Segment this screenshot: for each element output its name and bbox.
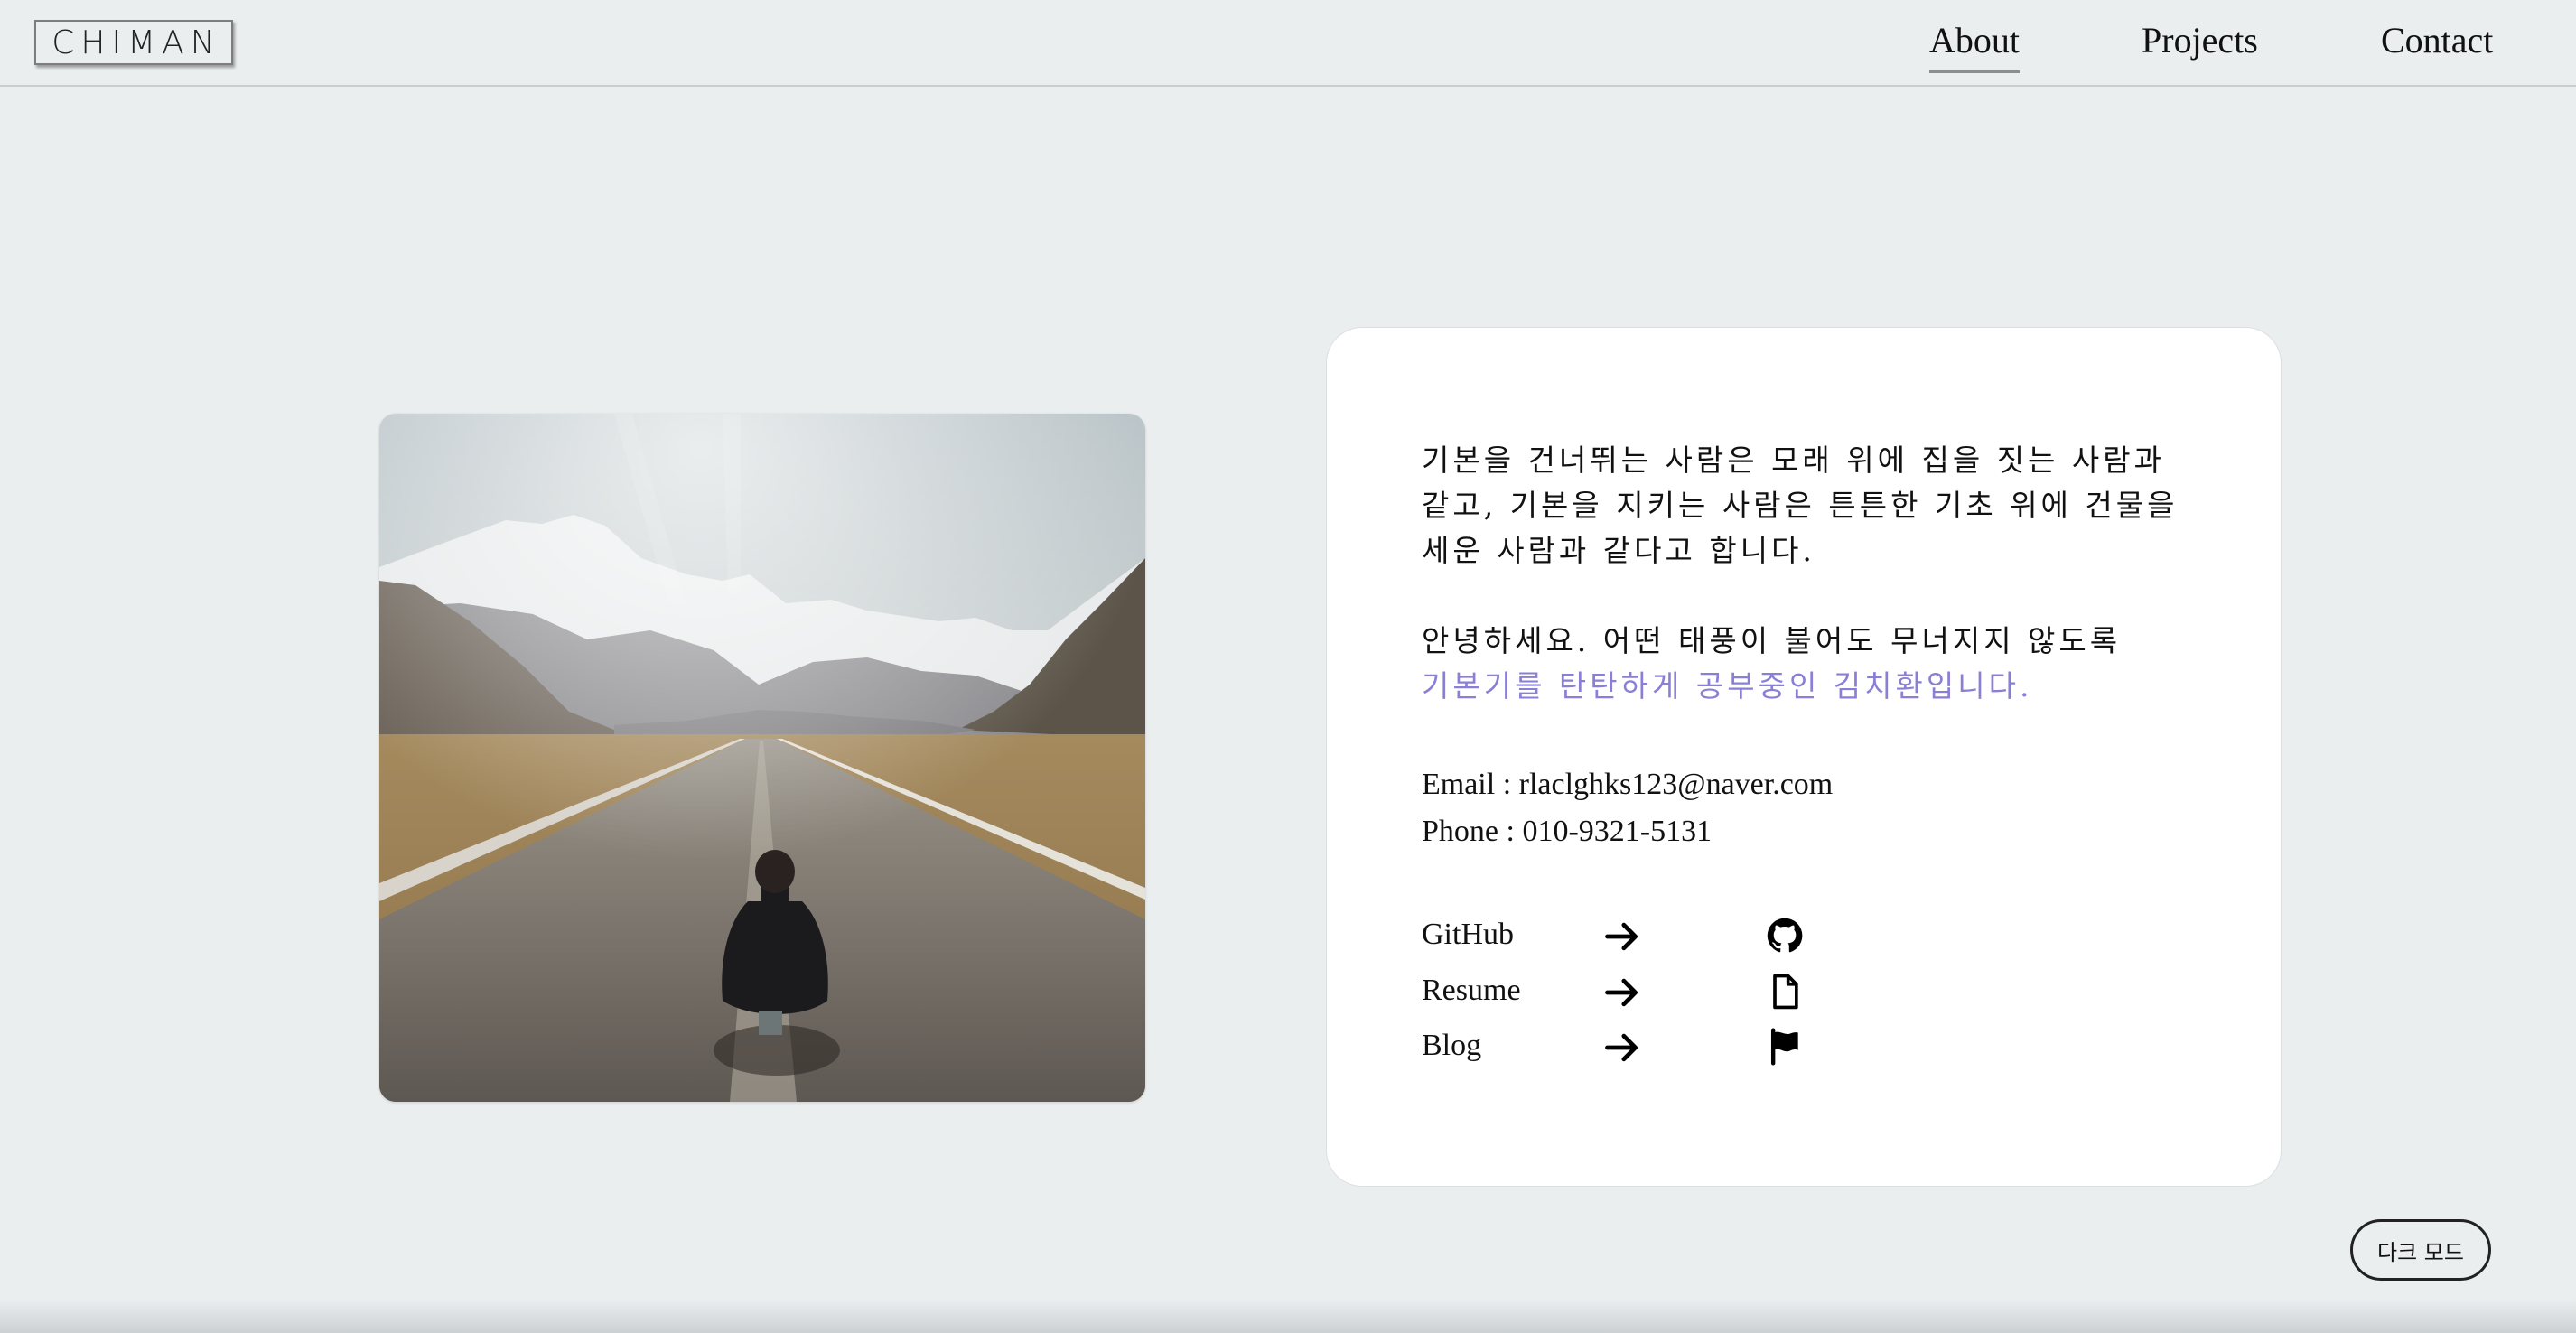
greeting-highlight: 기본기를 탄탄하게 공부중인 김치환입니다.: [1422, 668, 2033, 704]
arrow-right-icon: [1605, 978, 1638, 1007]
link-row-github[interactable]: GitHub: [1422, 909, 1873, 964]
profile-photo: [379, 414, 1145, 1102]
top-header: CHIMAN About Projects Contact: [0, 0, 2576, 87]
github-link-label[interactable]: GitHub: [1422, 909, 1514, 960]
nav-contact[interactable]: Contact: [2381, 18, 2493, 63]
site-logo[interactable]: CHIMAN: [34, 20, 233, 65]
phone-text: Phone : 010-9321-5131: [1422, 815, 1713, 848]
resume-link-label[interactable]: Resume: [1422, 965, 1521, 1016]
link-row-resume[interactable]: Resume: [1422, 965, 1873, 1020]
nav-about[interactable]: About: [1929, 18, 2020, 73]
file-icon[interactable]: [1765, 971, 1805, 1012]
about-card: 기본을 건너뛰는 사람은 모래 위에 집을 짓는 사람과 같고, 기본을 지키는…: [1326, 327, 2282, 1187]
intro-line-1: 기본을 건너뛰는 사람은 모래 위에 집을 짓는 사람과: [1422, 443, 2165, 478]
nav-projects[interactable]: Projects: [2142, 18, 2258, 63]
link-row-blog[interactable]: Blog: [1422, 1021, 1873, 1075]
arrow-right-icon: [1605, 922, 1638, 951]
intro-line-3: 세운 사람과 같다고 합니다.: [1422, 533, 1815, 568]
intro-line-2: 같고, 기본을 지키는 사람은 튼튼한 기초 위에 건물을: [1422, 488, 2179, 523]
greeting-line: 안녕하세요. 어떤 태풍이 불어도 무너지지 않도록: [1422, 623, 2122, 658]
arrow-right-icon: [1605, 1033, 1638, 1062]
flag-icon[interactable]: [1765, 1026, 1805, 1067]
blog-link-label[interactable]: Blog: [1422, 1021, 1481, 1071]
bottom-edge-shade: [0, 1299, 2576, 1333]
email-text[interactable]: Email : rlaclghks123@naver.com: [1422, 761, 1833, 808]
dark-mode-button[interactable]: 다크 모드: [2350, 1219, 2491, 1281]
github-icon[interactable]: [1765, 915, 1805, 956]
